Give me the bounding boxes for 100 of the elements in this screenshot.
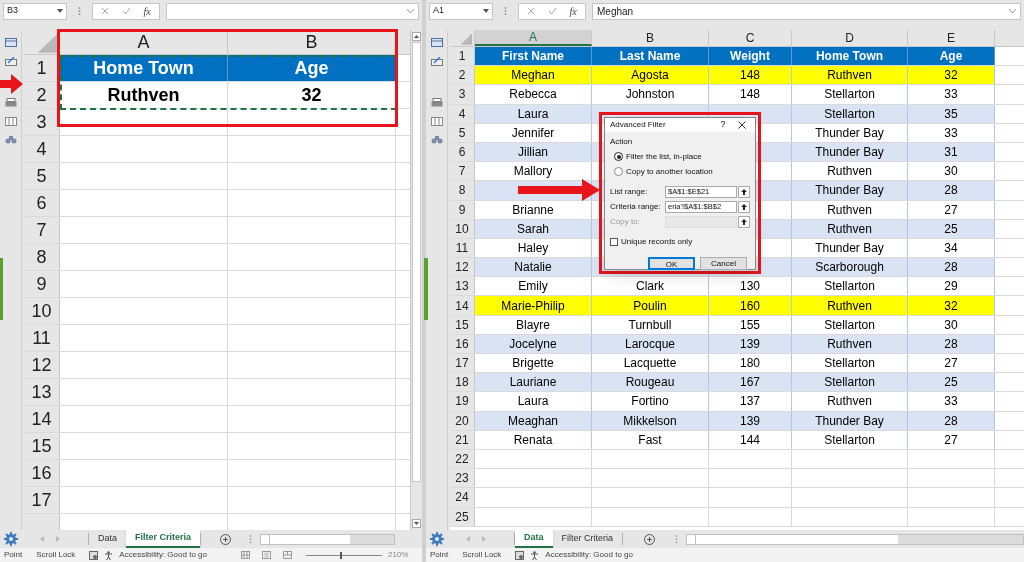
accessibility-icon[interactable] — [530, 550, 540, 560]
row-header[interactable]: 18 — [450, 373, 475, 392]
collapse-dialog-icon[interactable] — [738, 185, 750, 198]
formula-field[interactable]: Meghan — [592, 2, 1021, 20]
row-header[interactable]: 16 — [24, 460, 60, 486]
close-icon[interactable] — [738, 120, 746, 129]
help-button[interactable]: ? — [712, 118, 734, 132]
scroll-thumb[interactable] — [412, 42, 421, 482]
drag-handle-icon[interactable] — [78, 6, 81, 16]
column-header[interactable]: C — [709, 30, 792, 46]
pen-icon[interactable] — [4, 57, 17, 66]
normal-view-icon[interactable] — [240, 551, 250, 559]
check-icon[interactable] — [547, 7, 557, 15]
ok-button[interactable]: OK — [648, 256, 695, 270]
sheet-tab[interactable]: Filter Criteria — [552, 530, 623, 548]
column-header[interactable]: B — [228, 30, 396, 54]
column-header[interactable]: A — [475, 30, 592, 46]
row-header[interactable]: 23 — [450, 469, 475, 488]
column-header[interactable]: E — [908, 30, 995, 46]
split-handle[interactable] — [0, 258, 3, 320]
table-icon[interactable] — [4, 117, 17, 126]
add-sheet-icon[interactable] — [643, 533, 655, 545]
printer-icon[interactable] — [430, 98, 443, 107]
sheet-tab[interactable]: Filter Criteria — [126, 530, 201, 548]
row-header[interactable]: 6 — [24, 190, 60, 216]
settings-icon[interactable] — [430, 532, 444, 546]
name-box[interactable]: A1 — [429, 2, 493, 20]
checkbox[interactable] — [610, 237, 618, 246]
row-header[interactable]: 13 — [24, 379, 60, 405]
drag-handle-icon[interactable] — [504, 6, 507, 16]
row-header[interactable]: 8 — [24, 244, 60, 270]
row-header[interactable]: 10 — [24, 298, 60, 324]
sheet-tab[interactable]: Data — [515, 530, 553, 548]
row-header[interactable]: 5 — [24, 163, 60, 189]
page-break-icon[interactable] — [282, 551, 292, 559]
scroll-up-icon[interactable] — [412, 32, 421, 41]
row-header[interactable]: 24 — [450, 488, 475, 507]
row-header[interactable]: 19 — [450, 392, 475, 411]
scroll-down-icon[interactable] — [412, 519, 421, 528]
accessibility-icon[interactable] — [104, 550, 114, 560]
row-header[interactable]: 17 — [24, 487, 60, 513]
row-header[interactable]: 2 — [450, 66, 475, 85]
pointer-arrow[interactable] — [518, 179, 600, 201]
insert-function-button[interactable]: fx — [569, 3, 577, 19]
split-handle[interactable] — [424, 258, 428, 320]
sheet-tab[interactable]: Data — [89, 530, 126, 548]
collapse-dialog-icon[interactable] — [738, 200, 750, 213]
row-header[interactable]: 4 — [24, 136, 60, 162]
row-header[interactable]: 13 — [450, 277, 475, 296]
row-header[interactable]: 14 — [24, 406, 60, 432]
add-sheet-icon[interactable] — [219, 533, 231, 545]
name-box[interactable]: B3 — [3, 2, 67, 20]
row-header[interactable]: 3 — [450, 85, 475, 104]
horizontal-scrollbar[interactable] — [686, 533, 1024, 545]
macro-icon[interactable] — [89, 550, 99, 560]
row-header[interactable]: 8 — [450, 181, 475, 200]
row-header[interactable]: 12 — [450, 258, 475, 277]
collapse-dialog-icon[interactable] — [738, 215, 750, 228]
pointer-arrow[interactable] — [0, 74, 23, 94]
binoculars-icon[interactable] — [4, 136, 17, 144]
row-header[interactable]: 11 — [24, 325, 60, 351]
row-header[interactable]: 9 — [24, 271, 60, 297]
check-icon[interactable] — [121, 7, 131, 15]
drag-handle-icon[interactable] — [675, 534, 679, 544]
formula-field[interactable] — [166, 2, 419, 20]
table-icon[interactable] — [430, 117, 443, 126]
row-header[interactable]: 7 — [24, 217, 60, 243]
radio-button[interactable] — [614, 152, 623, 161]
column-header[interactable]: B — [592, 30, 709, 46]
row-header[interactable]: 17 — [450, 354, 475, 373]
macro-icon[interactable] — [515, 550, 525, 560]
form-icon[interactable] — [430, 38, 443, 47]
cancel-icon[interactable] — [101, 7, 110, 15]
row-header[interactable]: 1 — [24, 55, 60, 81]
expand-icon[interactable] — [1009, 9, 1016, 13]
dropdown-icon[interactable] — [483, 9, 489, 13]
radio-button[interactable] — [614, 167, 623, 176]
insert-function-button[interactable]: fx — [143, 3, 151, 19]
vertical-scrollbar[interactable] — [410, 30, 422, 530]
pen-icon[interactable] — [430, 57, 443, 66]
zoom-slider[interactable] — [305, 551, 382, 559]
row-header[interactable]: 2 — [24, 82, 60, 108]
binoculars-icon[interactable] — [430, 136, 443, 144]
row-header[interactable]: 7 — [450, 162, 475, 181]
page-layout-icon[interactable] — [261, 551, 271, 559]
column-header[interactable]: A — [60, 30, 228, 54]
row-header[interactable]: 12 — [24, 352, 60, 378]
drag-handle-icon[interactable] — [249, 534, 253, 544]
horizontal-scrollbar[interactable] — [260, 533, 396, 545]
cancel-button[interactable]: Cancel — [700, 256, 747, 270]
printer-icon[interactable] — [4, 98, 17, 107]
settings-icon[interactable] — [4, 532, 18, 546]
cancel-icon[interactable] — [527, 7, 536, 15]
row-header[interactable]: 15 — [24, 433, 60, 459]
row-header[interactable]: 1 — [450, 47, 475, 66]
row-header[interactable]: 14 — [450, 296, 475, 315]
expand-icon[interactable] — [407, 9, 414, 13]
dropdown-icon[interactable] — [57, 9, 63, 13]
column-header[interactable]: D — [792, 30, 908, 46]
row-header[interactable]: 3 — [24, 109, 60, 135]
